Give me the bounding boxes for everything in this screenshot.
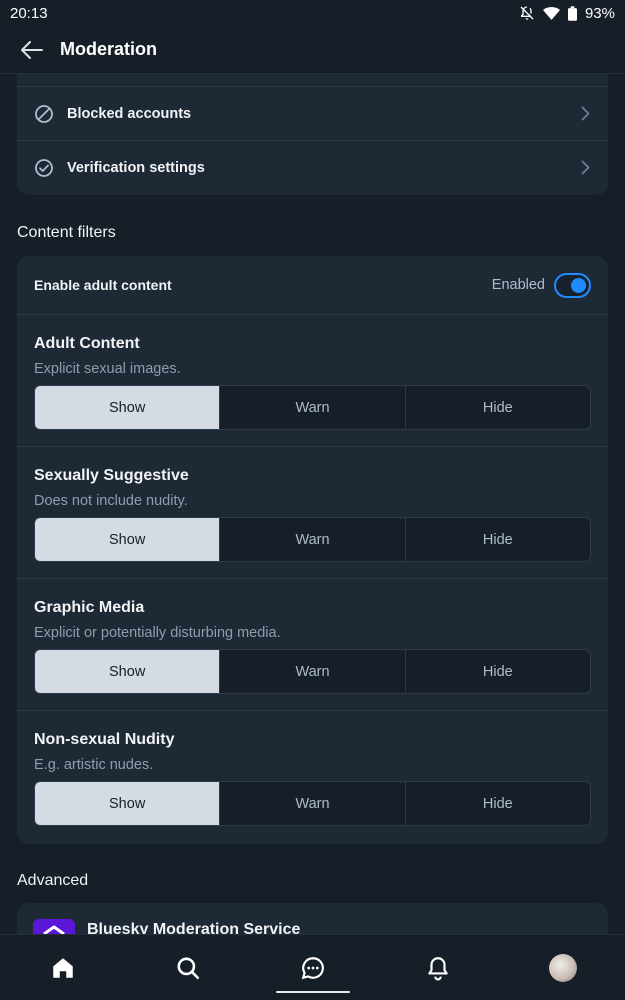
filter-non-sexual-nudity: Non-sexual Nudity E.g. artistic nudes. S… [17,710,608,842]
filter-description: E.g. artistic nudes. [34,757,154,773]
filter-description: Explicit sexual images. [34,361,181,377]
chat-icon [301,956,324,979]
filter-segmented-control: Show Warn Hide [34,781,591,826]
tab-search[interactable] [148,938,228,998]
avatar [548,953,577,982]
verification-settings-row[interactable]: Verification settings [17,140,608,194]
home-icon [52,957,73,978]
battery-level: 93% [584,4,615,22]
filter-title: Sexually Suggestive [34,467,189,484]
wifi-icon [542,6,560,21]
warn-option[interactable]: Warn [219,386,404,429]
active-tab-indicator [275,990,350,993]
notifications-off-icon [519,5,535,21]
butterfly-logo-icon [33,919,75,934]
tab-home[interactable] [23,938,103,998]
arrow-left-icon [21,40,43,59]
hide-option[interactable]: Hide [404,386,590,429]
moderation-service-card[interactable]: Bluesky Moderation Service [17,903,608,934]
toggle-knob [571,278,586,293]
advanced-heading: Advanced [17,872,89,889]
filter-adult-content: Adult Content Explicit sexual images. Sh… [17,314,608,446]
moderation-links-card: Blocked accounts Verification settings [17,74,608,195]
battery-icon [567,5,577,21]
filter-description: Explicit or potentially disturbing media… [34,625,281,641]
bell-icon [427,956,448,980]
warn-option[interactable]: Warn [219,518,404,561]
block-icon [33,103,55,125]
check-circle-icon [33,157,55,179]
filter-sexually-suggestive: Sexually Suggestive Does not include nud… [17,446,608,578]
filter-title: Adult Content [34,335,140,352]
header: Moderation [0,26,625,74]
status-bar: 20:13 93% [0,0,625,26]
hide-option[interactable]: Hide [404,518,590,561]
verification-settings-label: Verification settings [67,159,205,176]
warn-option[interactable]: Warn [219,650,404,693]
hide-option[interactable]: Hide [404,650,590,693]
status-icons: 93% [519,5,615,22]
hide-option[interactable]: Hide [404,782,590,825]
filter-title: Graphic Media [34,599,145,616]
chevron-right-icon [581,160,590,175]
show-option[interactable]: Show [35,386,220,429]
warn-option[interactable]: Warn [219,782,404,825]
adult-content-toggle[interactable] [554,273,591,298]
chevron-right-icon [581,106,590,121]
content-filters-heading: Content filters [17,224,116,241]
show-option[interactable]: Show [35,650,220,693]
page-title: Moderation [60,39,157,59]
moderation-content[interactable]: Blocked accounts Verification settings C… [0,74,625,934]
content-filters-card: Enable adult content Enabled Adult Conte… [17,256,608,844]
show-option[interactable]: Show [35,782,220,825]
filter-title: Non-sexual Nudity [34,731,175,748]
bottom-navigation [0,934,625,1000]
back-button[interactable] [18,36,46,64]
filter-description: Does not include nudity. [34,493,188,509]
tab-profile[interactable] [523,938,603,998]
search-icon [176,956,199,979]
show-option[interactable]: Show [35,518,220,561]
service-name: Bluesky Moderation Service [87,921,301,934]
blocked-accounts-label: Blocked accounts [67,105,192,122]
filter-graphic-media: Graphic Media Explicit or potentially di… [17,578,608,710]
enable-adult-content-row: Enable adult content Enabled [17,256,608,314]
blocked-accounts-row[interactable]: Blocked accounts [17,86,608,140]
enable-status-text: Enabled [491,277,545,293]
tab-notifications[interactable] [398,938,478,998]
filter-segmented-control: Show Warn Hide [34,649,591,694]
filter-segmented-control: Show Warn Hide [34,517,591,562]
enable-adult-content-label: Enable adult content [34,277,172,293]
tab-chat[interactable] [273,938,353,998]
status-time: 20:13 [10,4,48,22]
filter-segmented-control: Show Warn Hide [34,385,591,430]
